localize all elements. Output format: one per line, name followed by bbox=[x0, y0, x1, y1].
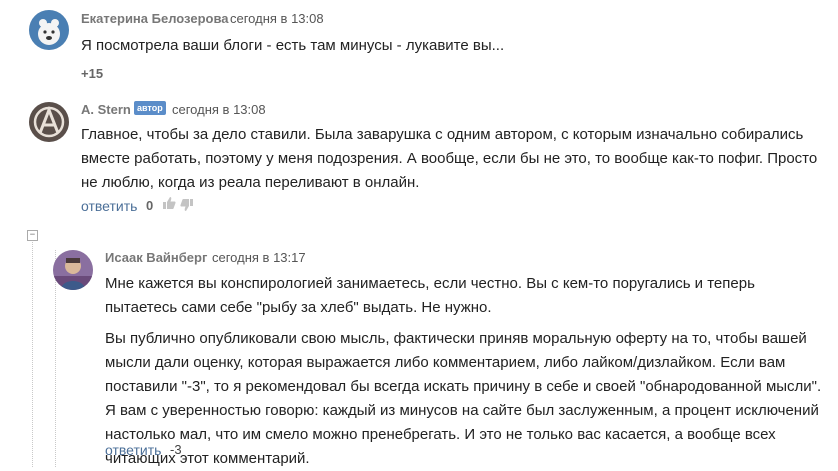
avatar[interactable] bbox=[29, 102, 69, 142]
comment-rating: +15 bbox=[81, 66, 104, 81]
author-name[interactable]: Исаак Вайнберг bbox=[105, 250, 207, 265]
comment-time[interactable]: сегодня в 13:08 bbox=[230, 11, 324, 26]
comment-time[interactable]: сегодня в 13:17 bbox=[212, 250, 306, 265]
comment: Исаак Вайнберг сегодня в 13:17 Мне кажет… bbox=[0, 240, 838, 467]
comment-text: Я посмотрела ваши блоги - есть там минус… bbox=[81, 37, 505, 54]
author-badge: автор bbox=[134, 101, 166, 115]
avatar[interactable] bbox=[29, 10, 69, 50]
thumbs-down-icon[interactable] bbox=[180, 198, 194, 215]
author-name[interactable]: A. Stern bbox=[81, 102, 131, 117]
comment-paragraph: Вы публично опубликовали свою мысль, фак… bbox=[105, 330, 822, 467]
comment: A. Stern автор сегодня в 13:08 Главное, … bbox=[0, 92, 838, 222]
comment-rating: 0 bbox=[146, 198, 154, 213]
comment-time[interactable]: сегодня в 13:08 bbox=[172, 102, 266, 117]
comment: Екатерина Белозерова сегодня в 13:08 Я п… bbox=[0, 0, 838, 90]
comment-rating: -3 bbox=[170, 442, 182, 457]
avatar[interactable] bbox=[53, 250, 93, 290]
author-name[interactable]: Екатерина Белозерова bbox=[81, 11, 229, 26]
comment-text: Главное, чтобы за дело ставили. Была зав… bbox=[81, 126, 818, 191]
thumbs-up-icon[interactable] bbox=[162, 196, 176, 213]
comment-paragraph: Мне кажется вы конспирологией занимаетес… bbox=[105, 275, 755, 316]
reply-link[interactable]: ответить bbox=[81, 198, 137, 214]
reply-link[interactable]: ответить bbox=[105, 442, 161, 458]
